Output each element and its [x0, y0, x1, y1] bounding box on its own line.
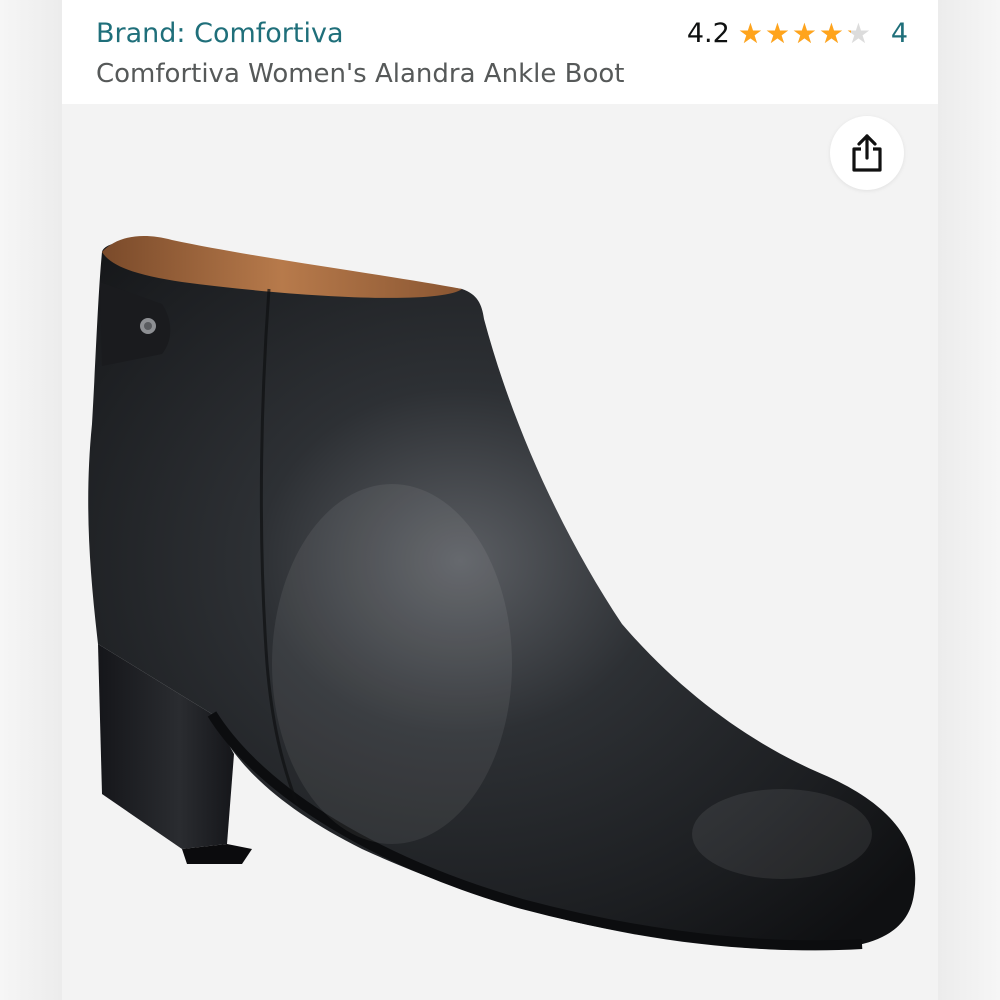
product-image[interactable] [62, 104, 938, 1000]
star-fill: ★ [791, 19, 817, 48]
product-title: Comfortiva Women's Alandra Ankle Boot [96, 59, 625, 89]
star-icon: ★★ [764, 16, 790, 50]
rating-value: 4.2 [686, 18, 730, 49]
rating-summary[interactable]: 4.2 ★★★★★★★★★★ 4 [687, 18, 908, 49]
star-rating: ★★★★★★★★★★ [737, 16, 873, 50]
review-count-link[interactable]: 4 [891, 18, 908, 49]
share-icon [852, 134, 882, 172]
boot-image [88, 236, 916, 951]
star-icon: ★★ [845, 16, 871, 50]
star-fill: ★ [737, 19, 763, 48]
star-fill: ★ [846, 20, 851, 48]
star-icon: ★★ [737, 16, 763, 50]
share-button[interactable] [830, 116, 904, 190]
star-icon: ★★ [818, 16, 844, 50]
star-fill: ★ [818, 19, 844, 48]
right-gutter [938, 0, 1000, 1000]
star-icon: ★★ [791, 16, 817, 50]
left-gutter [0, 0, 62, 1000]
star-fill: ★ [764, 19, 790, 48]
product-card: Brand: Comfortiva Comfortiva Women's Ala… [62, 0, 938, 1000]
product-header: Brand: Comfortiva Comfortiva Women's Ala… [62, 0, 938, 104]
brand-link[interactable]: Brand: Comfortiva [96, 18, 344, 49]
